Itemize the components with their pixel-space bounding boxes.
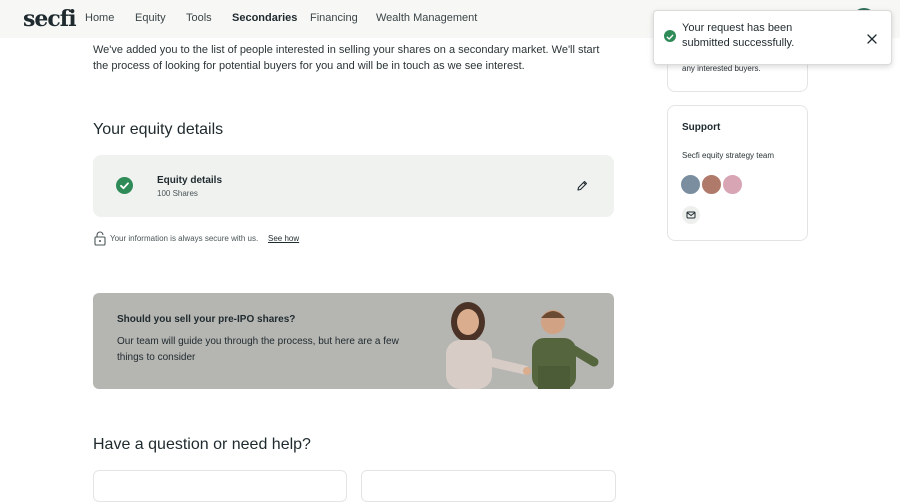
- secfi-logo[interactable]: secfi: [23, 6, 77, 32]
- toast-message: Your request has been submitted successf…: [682, 22, 795, 49]
- promo-people-illustration: [420, 300, 610, 389]
- equity-section-title: Your equity details: [93, 121, 224, 138]
- help-card-left[interactable]: [93, 470, 347, 502]
- team-member-avatar: [679, 173, 702, 196]
- equity-card-title: Equity details: [157, 175, 223, 186]
- support-team-label: Secfi equity strategy team: [682, 151, 775, 160]
- help-section-title: Have a question or need help?: [93, 436, 311, 453]
- see-how-link[interactable]: See how: [268, 234, 299, 243]
- support-title: Support: [682, 122, 721, 133]
- nav-tools[interactable]: Tools: [186, 12, 212, 24]
- status-card-text: any interested buyers.: [682, 64, 761, 73]
- nav-equity[interactable]: Equity: [135, 12, 166, 24]
- intro-paragraph: We've added you to the list of people in…: [93, 44, 600, 72]
- promo-body: Our team will guide you through the proc…: [117, 336, 399, 363]
- lock-icon: [93, 231, 107, 246]
- equity-card-shares: 100 Shares: [157, 189, 198, 198]
- team-member-avatar: [721, 173, 744, 196]
- check-circle-icon: [116, 177, 133, 194]
- team-member-avatar: [700, 173, 723, 196]
- equity-details-card: [93, 155, 614, 217]
- toast-check-icon: [664, 30, 676, 42]
- help-card-right[interactable]: [361, 470, 616, 502]
- nav-financing[interactable]: Financing: [310, 12, 358, 24]
- edit-pencil-icon[interactable]: [575, 179, 589, 193]
- nav-secondaries[interactable]: Secondaries: [232, 12, 297, 24]
- secure-info-text: Your information is always secure with u…: [110, 234, 259, 243]
- nav-home[interactable]: Home: [85, 12, 114, 24]
- close-icon[interactable]: [867, 31, 877, 44]
- nav-wealth-management[interactable]: Wealth Management: [376, 12, 477, 24]
- promo-title: Should you sell your pre-IPO shares?: [117, 314, 296, 325]
- mail-icon[interactable]: [682, 206, 700, 224]
